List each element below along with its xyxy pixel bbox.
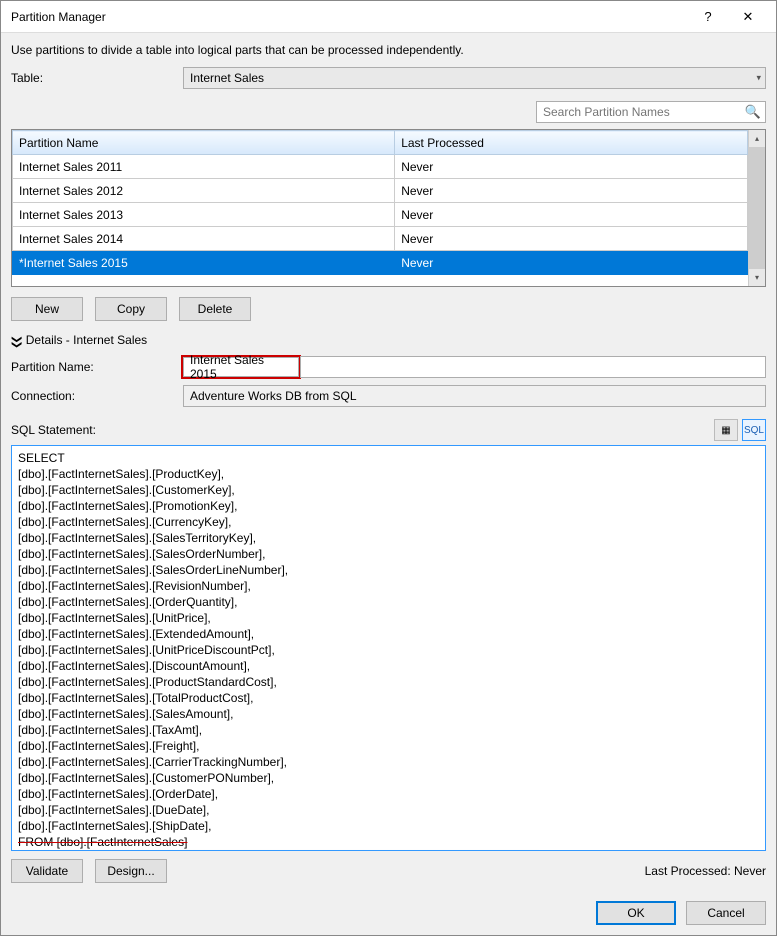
search-icon[interactable]: 🔍 — [745, 104, 761, 120]
dialog-content: Use partitions to divide a table into lo… — [1, 33, 776, 893]
table-select[interactable]: Internet Sales ▾ — [183, 67, 766, 89]
table-select-value: Internet Sales — [190, 71, 264, 85]
table-scrollbar[interactable]: ▴ ▾ — [748, 130, 765, 286]
copy-button[interactable]: Copy — [95, 297, 167, 321]
sql-view-button[interactable]: SQL — [742, 419, 766, 441]
partition-manager-dialog: Partition Manager ? ✕ Use partitions to … — [0, 0, 777, 936]
col-last-processed[interactable]: Last Processed — [395, 131, 748, 155]
details-header[interactable]: ❯❯ Details - Internet Sales — [11, 333, 766, 347]
sql-icon: SQL — [744, 425, 764, 436]
validate-button[interactable]: Validate — [11, 859, 83, 883]
delete-button[interactable]: Delete — [179, 297, 251, 321]
table-label: Table: — [11, 71, 183, 85]
scroll-thumb[interactable] — [749, 147, 765, 269]
ok-button[interactable]: OK — [596, 901, 676, 925]
grid-view-button[interactable]: ▦ — [714, 419, 738, 441]
table-row[interactable]: Internet Sales 2013 Never — [13, 203, 748, 227]
dialog-button-row: OK Cancel — [1, 893, 776, 935]
table-row-selected[interactable]: *Internet Sales 2015 Never — [13, 251, 748, 275]
dialog-title: Partition Manager — [11, 10, 688, 24]
titlebar: Partition Manager ? ✕ — [1, 1, 776, 33]
search-input[interactable] — [541, 104, 745, 120]
design-button[interactable]: Design... — [95, 859, 167, 883]
partition-name-input[interactable] — [300, 356, 766, 378]
partition-name-value-hl: Internet Sales 2015 — [190, 353, 292, 381]
grid-icon: ▦ — [721, 425, 730, 436]
sql-statement-label: SQL Statement: — [11, 423, 710, 437]
scroll-up-icon[interactable]: ▴ — [749, 130, 765, 147]
sql-textarea[interactable]: SELECT [dbo].[FactInternetSales].[Produc… — [11, 445, 766, 851]
connection-label: Connection: — [11, 389, 183, 403]
new-button[interactable]: New — [11, 297, 83, 321]
cancel-button[interactable]: Cancel — [686, 901, 766, 925]
last-processed-status: Last Processed: Never — [645, 864, 766, 878]
expand-icon: ❯❯ — [11, 335, 22, 346]
partition-table: Partition Name Last Processed Internet S… — [11, 129, 766, 287]
scroll-down-icon[interactable]: ▾ — [749, 269, 765, 286]
intro-text: Use partitions to divide a table into lo… — [11, 43, 766, 57]
table-row[interactable]: Internet Sales 2014 Never — [13, 227, 748, 251]
col-partition-name[interactable]: Partition Name — [13, 131, 395, 155]
search-box[interactable]: 🔍 — [536, 101, 766, 123]
table-row[interactable]: Internet Sales 2012 Never — [13, 179, 748, 203]
details-header-label: Details - Internet Sales — [26, 333, 147, 347]
connection-input: Adventure Works DB from SQL — [183, 385, 766, 407]
sql-body: SELECT [dbo].[FactInternetSales].[Produc… — [18, 451, 288, 833]
help-button[interactable]: ? — [688, 3, 728, 31]
sql-from: FROM [dbo].[FactInternetSales] — [18, 835, 187, 849]
table-row[interactable]: Internet Sales 2011 Never — [13, 155, 748, 179]
chevron-down-icon: ▾ — [756, 73, 761, 84]
close-button[interactable]: ✕ — [728, 3, 768, 31]
partition-name-label: Partition Name: — [11, 360, 183, 374]
